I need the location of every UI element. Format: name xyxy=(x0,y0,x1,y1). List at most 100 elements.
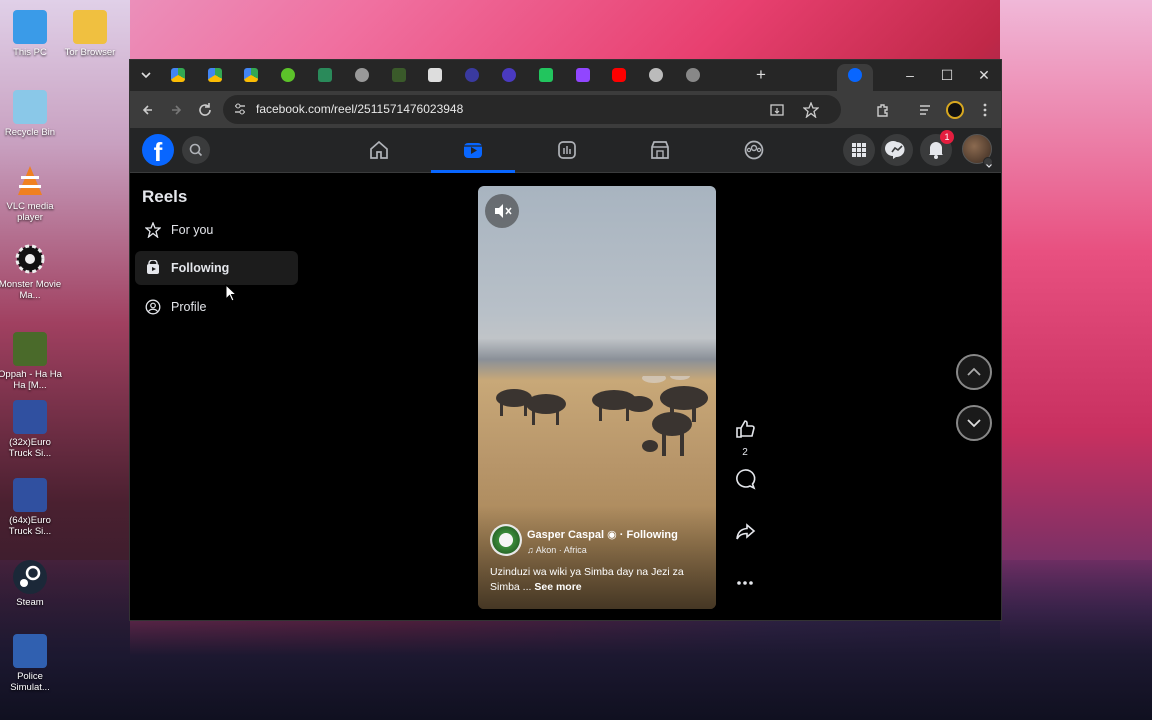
reel-caption: Uzinduzi wa wiki ya Simba day na Jezi za… xyxy=(490,565,708,594)
maximize-button[interactable]: ☐ xyxy=(932,65,962,85)
desktop-icon-label: Recycle Bin xyxy=(4,127,56,138)
more-options-button[interactable] xyxy=(733,572,757,599)
truck-app-icon xyxy=(13,400,47,434)
desktop-icon-tor-browser[interactable]: Tor Browser xyxy=(58,10,122,58)
desktop-icon-oppah[interactable]: Oppah - Ha Ha Ha [M... xyxy=(0,332,62,391)
video-file-icon xyxy=(13,332,47,366)
kick-tab-icon[interactable] xyxy=(539,68,553,82)
desktop-icon-label: Tor Browser xyxy=(64,47,116,58)
image-tab-icon[interactable] xyxy=(428,68,442,82)
recycle-bin-icon xyxy=(13,90,47,124)
browser-menu-icon[interactable] xyxy=(975,100,995,120)
author-name[interactable]: Gasper Caspal xyxy=(527,529,604,541)
previous-reel-button[interactable] xyxy=(956,354,992,390)
desktop-icon-euro-truck-32[interactable]: (32x)Euro Truck Si... xyxy=(0,400,62,459)
back-button[interactable] xyxy=(138,100,158,120)
reels-icon[interactable] xyxy=(462,139,484,161)
tab-icon[interactable] xyxy=(392,68,406,82)
drive-tab-icon[interactable] xyxy=(171,68,185,82)
site-settings-icon[interactable] xyxy=(233,102,247,116)
tab-icon[interactable] xyxy=(465,68,479,82)
facebook-tab-icon xyxy=(848,68,862,82)
mute-button[interactable] xyxy=(485,194,519,228)
marketplace-icon[interactable] xyxy=(649,139,671,161)
following-status[interactable]: Following xyxy=(627,529,678,541)
share-icon xyxy=(736,523,756,540)
messenger-button[interactable] xyxy=(881,134,913,166)
desktop-icon-label: This PC xyxy=(13,47,47,58)
author-line: Gasper Caspal ◉ · Following xyxy=(527,528,678,541)
desktop-icon-recycle-bin[interactable]: Recycle Bin xyxy=(0,90,62,138)
separator-dot: · xyxy=(619,529,627,541)
close-button[interactable]: ✕ xyxy=(969,65,999,85)
search-button[interactable] xyxy=(182,136,210,164)
desktop-icon-this-pc[interactable]: This PC xyxy=(0,10,62,58)
sidebar-item-for-you[interactable]: For you xyxy=(135,213,298,247)
next-reel-button[interactable] xyxy=(956,405,992,441)
drive-tab-icon[interactable] xyxy=(208,68,222,82)
like-button[interactable]: 2 xyxy=(733,418,757,458)
music-track: Akon · Africa xyxy=(535,545,587,555)
globe-tab-icon[interactable] xyxy=(355,68,369,82)
install-app-icon[interactable] xyxy=(769,102,785,118)
tab-strip: + – ☐ ✕ xyxy=(130,60,1001,91)
bookmark-star-icon[interactable] xyxy=(802,101,820,119)
desktop-icon-monster[interactable]: Monster Movie Ma... xyxy=(0,242,62,301)
desktop-icon-police-sim[interactable]: Police Simulat... xyxy=(0,634,62,693)
sidebar-item-label: Profile xyxy=(171,300,207,314)
forward-button[interactable] xyxy=(166,100,186,120)
sidebar-item-following[interactable]: Following xyxy=(135,251,298,285)
music-note-icon: ♫ xyxy=(527,545,534,555)
browser-window: + – ☐ ✕ facebook.com/reel/25115714760239… xyxy=(129,59,1002,621)
youtube-tab-icon[interactable] xyxy=(612,68,626,82)
desktop-icon-label: Steam xyxy=(16,597,44,608)
desktop-icon-label: VLC media player xyxy=(6,201,54,223)
author-avatar[interactable] xyxy=(490,524,522,556)
monitor-icon xyxy=(13,10,47,44)
music-line[interactable]: ♫ Akon · Africa xyxy=(527,545,587,555)
tab-icon[interactable] xyxy=(502,68,516,82)
extensions-icon[interactable] xyxy=(873,100,893,120)
chevron-up-icon xyxy=(967,367,981,376)
reel-video[interactable]: Gasper Caspal ◉ · Following ♫ Akon · Afr… xyxy=(478,186,716,609)
more-horizontal-icon xyxy=(737,581,753,585)
twitch-tab-icon[interactable] xyxy=(576,68,590,82)
comment-icon xyxy=(736,469,756,490)
address-bar[interactable]: facebook.com/reel/2511571476023948 xyxy=(223,95,841,124)
tab-search-button[interactable] xyxy=(136,65,156,85)
steam-icon xyxy=(13,560,47,594)
mouse-cursor-icon xyxy=(225,284,237,302)
desktop-icon-label: (32x)Euro Truck Si... xyxy=(8,437,52,459)
loading-tab-icon[interactable] xyxy=(649,68,663,82)
st-tab-icon[interactable] xyxy=(318,68,332,82)
following-icon xyxy=(145,259,161,276)
green-tab-icon[interactable] xyxy=(281,68,295,82)
wildebeest-herd-image xyxy=(496,376,708,456)
minimize-button[interactable]: – xyxy=(895,65,925,85)
reading-list-icon[interactable] xyxy=(916,100,936,120)
menu-grid-button[interactable] xyxy=(843,134,875,166)
desktop-icon-steam[interactable]: Steam xyxy=(0,560,62,608)
sidebar-item-profile[interactable]: Profile xyxy=(135,290,298,324)
reload-button[interactable] xyxy=(195,100,215,120)
drive-tab-icon[interactable] xyxy=(244,68,258,82)
tab-facebook-active[interactable] xyxy=(837,64,873,91)
chevron-down-icon[interactable] xyxy=(983,157,993,168)
groups-icon[interactable] xyxy=(743,139,765,161)
new-tab-button[interactable]: + xyxy=(746,65,776,85)
share-button[interactable] xyxy=(733,521,757,548)
active-tab-indicator xyxy=(431,170,515,173)
chevron-down-icon xyxy=(967,419,981,428)
search-tab-icon[interactable] xyxy=(686,68,700,82)
comment-button[interactable] xyxy=(733,468,757,495)
home-icon[interactable] xyxy=(368,139,390,161)
facebook-logo-icon[interactable]: f xyxy=(142,134,174,167)
video-icon[interactable] xyxy=(556,139,578,161)
vlc-cone-icon xyxy=(13,164,47,198)
see-more-link[interactable]: See more xyxy=(534,581,581,593)
sidebar-item-label: For you xyxy=(171,223,214,237)
desktop-icon-euro-truck-64[interactable]: (64x)Euro Truck Si... xyxy=(0,478,62,537)
profile-avatar-icon[interactable] xyxy=(945,100,965,120)
notification-badge: 1 xyxy=(940,130,954,144)
desktop-icon-vlc[interactable]: VLC media player xyxy=(0,164,62,223)
